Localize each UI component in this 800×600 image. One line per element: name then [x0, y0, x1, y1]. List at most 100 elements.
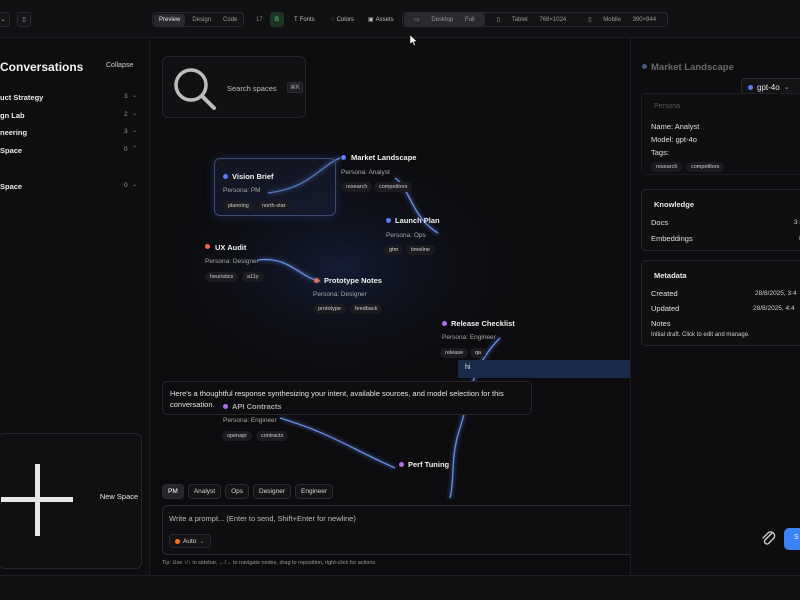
node-title: Release Checklist	[451, 319, 515, 328]
node-ux-audit[interactable]: UX Audit Persona: Designer heuristics a1…	[202, 241, 312, 289]
node-title: Prototype Notes	[324, 276, 382, 285]
persona-card: Persona Name: Analyst Model: gpt-4o Tags…	[641, 93, 800, 175]
menu-chevron-button[interactable]: ⌄	[0, 12, 10, 27]
model-auto-select[interactable]: Auto ⌄	[169, 534, 211, 548]
node-color-dot	[399, 462, 404, 467]
chevron-down-icon: ⌄	[199, 538, 205, 545]
node-tag[interactable]: heuristics	[205, 272, 239, 282]
counter-badge[interactable]: 17	[252, 12, 267, 27]
node-vision-brief[interactable]: Vision Brief Persona: PM planning north-…	[214, 158, 336, 216]
sidebar-space-product-strategy[interactable]: uct Strategy 3 ⌄	[0, 93, 140, 105]
node-title: Launch Plan	[395, 216, 440, 225]
device-mobile[interactable]: ▯ Mobile 390×844	[578, 13, 666, 26]
persona-analyst-button[interactable]: Analyst	[187, 484, 222, 499]
colors-button[interactable]: ◌ Colors	[327, 12, 358, 27]
persona-tag[interactable]: competitors	[686, 162, 725, 172]
device-mobile-label: Mobile	[603, 17, 621, 23]
tab-preview[interactable]: Preview	[154, 13, 186, 26]
chevron-down-icon: ⌄	[132, 128, 138, 134]
knowledge-card: Knowledge Docs 3 s Embeddings 8	[641, 189, 800, 251]
node-color-dot	[642, 64, 647, 69]
persona-pm-button[interactable]: PM	[162, 484, 184, 499]
node-title: Perf Tuning	[408, 460, 450, 469]
node-tag[interactable]: feedback	[350, 304, 383, 314]
node-market-landscape[interactable]: Market Landscape Persona: Analyst resear…	[336, 150, 446, 198]
space-label: gn Lab	[0, 111, 25, 120]
node-tag[interactable]: openapi	[222, 431, 252, 441]
node-color-dot	[223, 174, 228, 179]
send-button[interactable]: S	[784, 528, 800, 550]
sidebar-space-engineering[interactable]: neering 3 ⌄	[0, 128, 140, 140]
node-tag[interactable]: research	[341, 182, 373, 192]
persona-tag[interactable]: research	[651, 162, 683, 172]
embeddings-label: Embeddings	[651, 234, 693, 243]
status-dot-icon	[175, 538, 180, 544]
node-tag[interactable]: competitors	[374, 182, 413, 192]
sidebar-space-expanded[interactable]: Space 0 ⌃	[0, 146, 140, 158]
search-spaces-box[interactable]: Search spaces ⌘K	[162, 56, 306, 118]
fonts-button[interactable]: T Fonts	[290, 12, 319, 27]
attach-button[interactable]	[759, 528, 779, 548]
device-desktop[interactable]: ▭ Desktop Full	[404, 13, 485, 26]
node-tag[interactable]: a11y	[242, 272, 264, 282]
model-label: gpt-4o	[757, 82, 780, 92]
persona-ops-button[interactable]: Ops	[225, 484, 249, 499]
node-perf-tuning[interactable]: Perf Tuning	[396, 458, 486, 472]
details-title: Market Landscape	[651, 62, 734, 73]
node-color-dot	[205, 244, 210, 249]
persona-header: Persona	[654, 103, 681, 110]
node-launch-plan[interactable]: Launch Plan Persona: Ops gtm timeline	[382, 213, 492, 261]
text-icon: T	[294, 16, 298, 23]
persona-model: Model: gpt-4o	[651, 135, 697, 144]
keyboard-tip: Tip: Use ↑/↓ in sidebar, ←/→ to navigate…	[162, 560, 377, 566]
assets-icon: ▣	[368, 17, 374, 23]
mouse-cursor-icon	[410, 35, 418, 46]
fonts-label: Fonts	[299, 16, 315, 23]
persona-name: Name: Analyst	[651, 122, 700, 131]
new-space-button[interactable]: New Space	[0, 433, 142, 569]
tablet-icon: ▯	[496, 17, 501, 23]
assets-button[interactable]: ▣ Assets	[364, 12, 398, 27]
persona-selector: PM Analyst Ops Designer Engineer	[162, 484, 334, 499]
node-persona: Persona: Engineer	[223, 417, 277, 424]
device-mobile-size: 390×844	[632, 17, 657, 23]
search-icon	[174, 68, 216, 110]
tab-design[interactable]: Design	[187, 14, 216, 26]
device-switcher: ▭ Desktop Full ▯ Tablet 768×1024 ▯ Mobil…	[402, 12, 669, 27]
monitor-icon: ▭	[414, 17, 420, 23]
space-count: 3	[124, 93, 128, 100]
persona-engineer-button[interactable]: Engineer	[295, 484, 334, 499]
node-tag[interactable]: north-star	[257, 201, 291, 211]
node-tag[interactable]: release	[440, 348, 469, 358]
space-count: 0	[124, 182, 128, 189]
node-color-dot	[341, 155, 346, 160]
device-tablet[interactable]: ▯ Tablet 768×1024	[487, 13, 577, 26]
sidebar-space-design-lab[interactable]: gn Lab 2 ⌄	[0, 111, 140, 123]
updated-label: Updated	[651, 304, 680, 313]
node-tag[interactable]: prototype	[313, 304, 346, 314]
node-canvas[interactable]: Search spaces ⌘K Vision Brief Persona: P…	[150, 38, 630, 575]
collapse-button[interactable]: Collapse	[106, 62, 133, 69]
node-tag[interactable]: qa	[470, 348, 487, 358]
node-api-contracts[interactable]: API Contracts Persona: Engineer openapi …	[220, 401, 330, 445]
knowledge-header: Knowledge	[654, 200, 695, 209]
chevron-down-icon: ⌄	[132, 111, 138, 117]
node-release-checklist[interactable]: Release Checklist Persona: Engineer rele…	[440, 318, 550, 362]
node-tag[interactable]: timeline	[406, 245, 435, 255]
persona-designer-button[interactable]: Designer	[253, 484, 292, 499]
paperclip-icon	[762, 531, 776, 545]
tab-code[interactable]: Code	[218, 14, 242, 26]
node-tag[interactable]: contracts	[256, 431, 289, 441]
docs-value: 3 s	[794, 219, 800, 226]
colors-label: Colors	[336, 16, 354, 23]
status-badge[interactable]: B	[270, 12, 284, 27]
node-prototype-notes[interactable]: Prototype Notes Persona: Designer protot…	[310, 274, 420, 322]
node-title: Vision Brief	[232, 172, 274, 181]
node-tag[interactable]: planning	[223, 201, 254, 211]
notes-value[interactable]: Initial draft. Click to edit and manage.	[651, 332, 750, 338]
device-tablet-size: 768×1024	[539, 17, 567, 23]
sidebar-toggle-button[interactable]: ▯	[17, 12, 31, 27]
space-label: uct Strategy	[0, 93, 44, 102]
node-tag[interactable]: gtm	[384, 245, 404, 255]
sidebar-space-new[interactable]: Space 0 ⌄	[0, 182, 140, 194]
